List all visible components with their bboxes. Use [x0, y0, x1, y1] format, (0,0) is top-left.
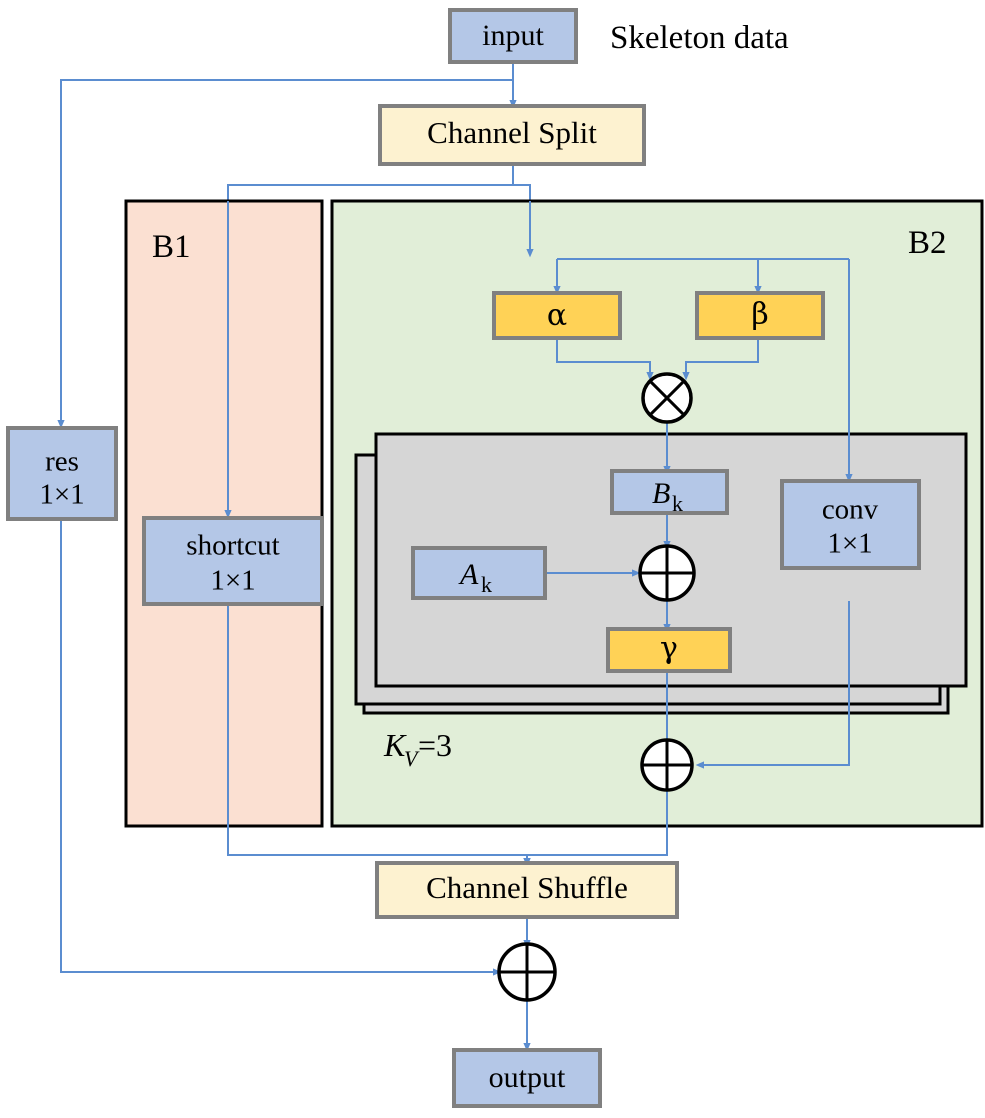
node-res-label-line2: 1×1: [39, 479, 84, 511]
node-gamma[interactable]: γ: [606, 627, 732, 673]
node-channel-split[interactable]: Channel Split: [378, 104, 646, 166]
node-input[interactable]: input: [448, 8, 578, 64]
node-res[interactable]: res 1×1: [6, 426, 118, 521]
node-bk[interactable]: B k: [610, 469, 729, 516]
diagram-canvas: input Skeleton data Channel Split res 1×…: [0, 0, 985, 1118]
operator-multiply: [641, 372, 693, 424]
panel-stack-label: K V =3: [383, 727, 452, 771]
node-ak[interactable]: A k: [411, 546, 547, 600]
node-conv-label-line2: 1×1: [827, 528, 872, 560]
panel-b2-label: B2: [908, 225, 947, 261]
node-channel-shuffle[interactable]: Channel Shuffle: [375, 861, 679, 919]
node-input-label: input: [482, 19, 544, 52]
node-output-label: output: [489, 1061, 566, 1094]
node-channel-split-label: Channel Split: [427, 115, 597, 150]
node-beta[interactable]: β: [695, 291, 825, 340]
node-shortcut-label-line1: shortcut: [186, 530, 279, 562]
node-shortcut-label-line2: 1×1: [210, 565, 255, 597]
node-bk-label-sub: k: [672, 491, 683, 516]
panel-stack-label-eq: =3: [418, 727, 452, 763]
node-shortcut[interactable]: shortcut 1×1: [142, 516, 324, 606]
node-gamma-label: γ: [660, 631, 678, 666]
node-conv[interactable]: conv 1×1: [780, 479, 921, 570]
operator-add-branch: [640, 738, 694, 792]
operator-add-inner: [638, 544, 696, 602]
node-alpha-label: α: [547, 298, 567, 333]
node-alpha[interactable]: α: [492, 291, 622, 340]
operator-add-residual: [497, 942, 557, 1002]
node-ak-label-sub: k: [481, 572, 492, 597]
node-channel-shuffle-label: Channel Shuffle: [426, 870, 628, 905]
node-output[interactable]: output: [452, 1048, 602, 1108]
node-beta-label: β: [751, 297, 768, 332]
node-conv-label-line1: conv: [822, 494, 879, 526]
node-res-label-line1: res: [45, 446, 79, 478]
node-ak-label-main: A: [458, 558, 479, 591]
panel-b1-label: B1: [152, 229, 191, 265]
skeleton-data-annotation: Skeleton data: [610, 20, 789, 56]
node-layer: input Skeleton data Channel Split res 1×…: [6, 8, 947, 1108]
node-bk-label-main: B: [652, 477, 670, 510]
